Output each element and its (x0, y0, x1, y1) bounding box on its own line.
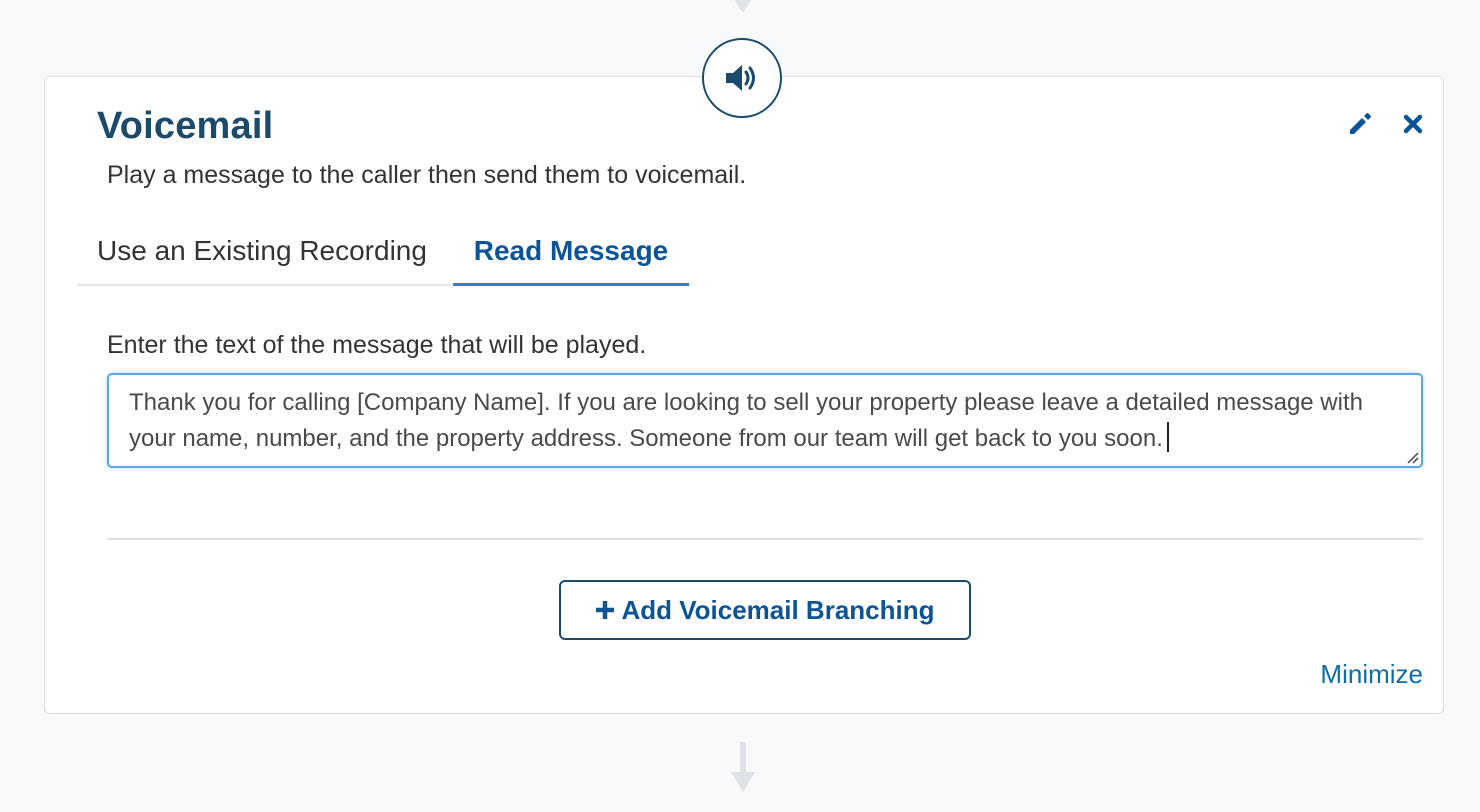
speaker-volume-icon (702, 38, 782, 118)
message-text: Thank you for calling [Company Name]. If… (129, 389, 1363, 452)
node-title: Voicemail (97, 105, 274, 147)
add-voicemail-branching-button[interactable]: Add Voicemail Branching (559, 580, 971, 640)
section-divider (107, 538, 1423, 540)
minimize-link[interactable]: Minimize (1320, 659, 1423, 690)
message-field-label: Enter the text of the message that will … (107, 331, 647, 359)
text-cursor (1166, 422, 1169, 452)
flow-connector-out-arrow (731, 742, 755, 792)
pencil-icon (1350, 113, 1371, 134)
flow-connector-in-arrow (731, 0, 755, 13)
node-description: Play a message to the caller then send t… (107, 161, 747, 189)
tab-use-existing-recording[interactable]: Use an Existing Recording (77, 229, 453, 285)
message-source-tabs: Use an Existing Recording Read Message (77, 229, 1423, 286)
close-icon (1403, 114, 1423, 134)
tab-read-message[interactable]: Read Message (453, 229, 689, 286)
close-button[interactable] (1398, 109, 1428, 139)
tab-read-message-label: Read Message (473, 235, 669, 266)
active-tab-indicator (453, 283, 689, 286)
message-textarea[interactable]: Thank you for calling [Company Name]. If… (107, 373, 1423, 468)
resize-handle-icon[interactable] (1405, 450, 1419, 464)
plus-icon (596, 601, 615, 619)
voicemail-node-card: Voicemail Play a message to the caller t… (44, 76, 1444, 714)
add-voicemail-branching-label: Add Voicemail Branching (621, 594, 935, 625)
edit-button[interactable] (1345, 109, 1375, 139)
